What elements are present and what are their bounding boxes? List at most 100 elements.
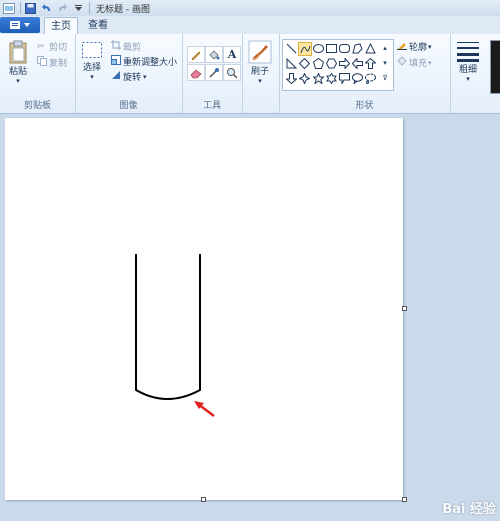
clipboard-group: 粘贴 ▾ ✂ 剪切 复制 剪贴板 <box>0 34 76 113</box>
drawn-u-shape <box>135 254 201 400</box>
rect-callout-icon[interactable] <box>338 72 350 84</box>
red-arrow-icon <box>194 401 215 417</box>
oval-shape-icon[interactable] <box>312 42 324 54</box>
six-point-star-icon[interactable] <box>325 72 337 84</box>
rotate-icon <box>111 70 123 83</box>
outline-label: 轮廓 <box>409 43 428 53</box>
cut-label: 剪切 <box>49 43 68 53</box>
title-bar: 无标题 - 画图 <box>0 0 500 16</box>
tools-group: A 工具 <box>182 34 243 113</box>
shapes-scroll-up-icon[interactable]: ▴ <box>380 42 390 54</box>
select-icon <box>82 42 102 58</box>
toolbar-separator <box>20 2 21 14</box>
toolbar-separator <box>89 2 90 14</box>
color1-swatch[interactable] <box>490 40 500 94</box>
size-group: 粗细 ▾ <box>450 34 487 113</box>
canvas-resize-handle-corner[interactable] <box>402 497 407 502</box>
copy-label: 复制 <box>49 59 68 69</box>
image-group-label: 图像 <box>119 101 138 111</box>
canvas-workspace: Bai 经验 <box>0 114 500 521</box>
save-icon[interactable] <box>23 1 37 15</box>
resize-label: 重新调整大小 <box>123 58 178 68</box>
app-menu-icon[interactable] <box>2 1 16 15</box>
size-dropdown-icon: ▾ <box>466 75 470 83</box>
select-dropdown-icon: ▾ <box>90 73 94 81</box>
canvas-resize-handle-bottom[interactable] <box>201 497 206 502</box>
cut-button[interactable]: ✂ 剪切 <box>37 40 68 54</box>
select-label: 选择 <box>82 63 101 73</box>
fill-dropdown-icon: ▾ <box>428 58 432 67</box>
outline-dropdown-icon: ▾ <box>428 42 432 51</box>
magnifier-icon[interactable] <box>223 64 241 81</box>
line-shape-icon[interactable] <box>285 42 297 54</box>
brushes-label: 刷子 <box>250 67 269 77</box>
brushes-button[interactable]: 刷子 ▾ <box>248 40 272 85</box>
window-title: 无标题 - 画图 <box>96 4 150 15</box>
canvas-resize-handle-right[interactable] <box>402 306 407 311</box>
redo-icon[interactable] <box>55 1 69 15</box>
five-point-star-icon[interactable] <box>312 72 324 84</box>
crop-button[interactable]: 裁剪 <box>111 40 141 53</box>
clipboard-group-label: 剪贴板 <box>23 101 51 111</box>
rotate-dropdown-icon: ▾ <box>143 72 147 81</box>
resize-icon <box>111 55 123 68</box>
fill-icon <box>397 56 409 69</box>
down-arrow-shape-icon[interactable] <box>285 72 297 84</box>
tab-view[interactable]: 查看 <box>82 17 114 34</box>
watermark-logo: Bai 经验 <box>442 502 496 517</box>
up-arrow-shape-icon[interactable] <box>364 57 376 69</box>
outline-button[interactable]: 轮廓 ▾ <box>397 40 432 53</box>
four-point-star-icon[interactable] <box>298 72 310 84</box>
image-group: 选择 ▾ 裁剪 重新调整大小 旋转 ▾ 图像 <box>75 34 183 113</box>
copy-button[interactable]: 复制 <box>37 56 67 69</box>
select-button[interactable]: 选择 ▾ <box>81 40 103 81</box>
scissors-icon: ✂ <box>37 41 45 52</box>
eraser-icon[interactable] <box>187 64 205 81</box>
size-button[interactable]: 粗细 ▾ <box>456 40 480 83</box>
paste-button[interactable]: 粘贴 ▾ <box>8 40 28 85</box>
right-arrow-shape-icon[interactable] <box>338 57 350 69</box>
rotate-label: 旋转 <box>123 73 142 83</box>
crop-label: 裁剪 <box>123 43 142 53</box>
undo-icon[interactable] <box>39 1 53 15</box>
tab-home[interactable]: 主页 <box>44 17 78 35</box>
diamond-shape-icon[interactable] <box>298 57 310 69</box>
fill-bucket-icon[interactable] <box>205 46 223 63</box>
rotate-button[interactable]: 旋转 ▾ <box>111 70 147 83</box>
fill-button[interactable]: 填充 ▾ <box>397 56 432 69</box>
brushes-dropdown-icon: ▾ <box>258 77 262 85</box>
cloud-callout-icon[interactable] <box>364 72 376 84</box>
line-size-icon <box>457 42 479 62</box>
pentagon-shape-icon[interactable] <box>312 57 324 69</box>
oval-callout-icon[interactable] <box>351 72 363 84</box>
brushes-group: 刷子 ▾ <box>242 34 280 113</box>
polygon-shape-icon[interactable] <box>351 42 363 54</box>
size-label: 粗细 <box>458 65 477 75</box>
color-picker-icon[interactable] <box>205 64 223 81</box>
shapes-group-label: 形状 <box>355 101 374 111</box>
crop-icon <box>111 40 123 53</box>
file-menu-button[interactable] <box>0 17 40 33</box>
ribbon-tabs: 主页 查看 <box>0 16 500 35</box>
ribbon: 粘贴 ▾ ✂ 剪切 复制 剪贴板 选择 ▾ 裁剪 重新调整大小 旋转 ▾ 图像 … <box>0 34 500 114</box>
curve-shape-icon[interactable] <box>298 42 312 56</box>
hexagon-shape-icon[interactable] <box>325 57 337 69</box>
shapes-expand-icon[interactable]: ⊽ <box>380 72 390 84</box>
paste-label: 粘贴 <box>8 67 27 77</box>
drawing-canvas[interactable] <box>5 118 403 500</box>
resize-button[interactable]: 重新调整大小 <box>111 55 177 68</box>
pencil-icon[interactable] <box>187 46 205 63</box>
outline-pencil-icon <box>397 40 409 53</box>
brush-icon <box>248 40 272 64</box>
triangle-shape-icon[interactable] <box>364 42 376 54</box>
rectangle-shape-icon[interactable] <box>325 42 337 54</box>
rounded-rectangle-shape-icon[interactable] <box>338 42 350 54</box>
text-tool-icon[interactable]: A <box>223 46 241 63</box>
left-arrow-shape-icon[interactable] <box>351 57 363 69</box>
right-triangle-shape-icon[interactable] <box>285 57 297 69</box>
paste-icon <box>9 40 27 64</box>
shapes-scroll-down-icon[interactable]: ▾ <box>380 57 390 69</box>
paste-dropdown-icon: ▾ <box>16 77 20 85</box>
shapes-gallery: ▴ ▾ ⊽ <box>282 39 394 91</box>
customize-qat-icon[interactable] <box>71 1 85 15</box>
